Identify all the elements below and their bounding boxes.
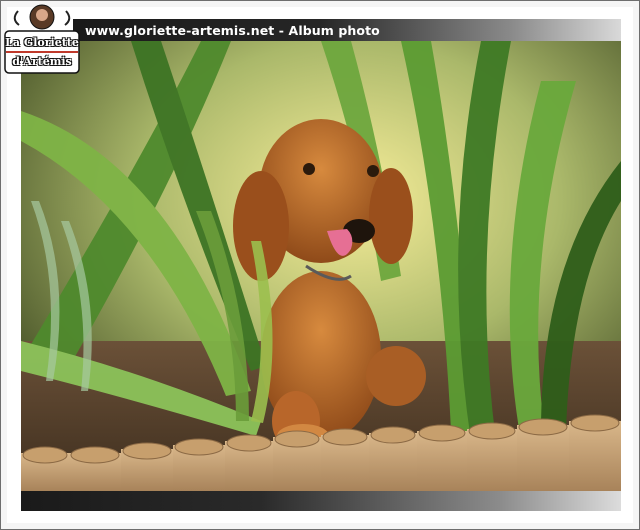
logo-divider (6, 51, 78, 53)
puppy-photo-image (21, 41, 621, 491)
page-title: www.gloriette-artemis.net - Album photo (85, 23, 380, 38)
album-frame: www.gloriette-artemis.net - Album photo (0, 0, 640, 530)
site-logo[interactable]: La Gloriette d'Artémis (3, 3, 81, 75)
photo-bottom-bar (21, 491, 621, 511)
logo-text-line1: La Gloriette (5, 36, 79, 49)
album-photo[interactable] (21, 41, 621, 491)
logo-text-line2: d'Artémis (12, 55, 72, 68)
